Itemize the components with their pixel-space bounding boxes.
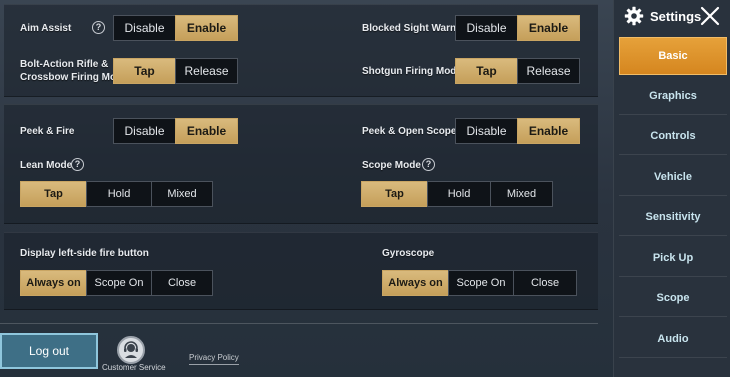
- tab-audio[interactable]: Audio: [619, 320, 727, 358]
- peek-open-scope-label: Peek & Open Scope: [362, 126, 457, 137]
- aim-assist-label: Aim Assist: [20, 23, 72, 34]
- scope-mode-hold-option[interactable]: Hold: [427, 181, 491, 207]
- shotgun-tap-option[interactable]: Tap: [455, 58, 518, 84]
- shotgun-release-option[interactable]: Release: [517, 58, 580, 84]
- bolt-action-firing-toggle: Tap Release: [113, 58, 238, 84]
- left-fire-scope-on-option[interactable]: Scope On: [86, 270, 152, 296]
- lean-mode-label: Lean Mode: [20, 160, 73, 171]
- bolt-action-firing-label-line1: Bolt-Action Rifle &: [20, 59, 109, 70]
- blocked-sight-warning-toggle: Disable Enable: [455, 15, 580, 41]
- privacy-policy-link[interactable]: Privacy Policy: [189, 353, 239, 365]
- scope-mode-label: Scope Mode: [362, 160, 421, 171]
- aim-assist-toggle: Disable Enable: [113, 15, 238, 41]
- lean-mode-tap-option[interactable]: Tap: [20, 181, 87, 207]
- left-fire-always-on-option[interactable]: Always on: [20, 270, 87, 296]
- gear-icon: [624, 6, 644, 26]
- scope-mode-mixed-option[interactable]: Mixed: [490, 181, 553, 207]
- gyroscope-label: Gyroscope: [382, 248, 435, 259]
- close-icon[interactable]: [699, 5, 721, 27]
- scope-mode-tap-option[interactable]: Tap: [361, 181, 428, 207]
- settings-content: Aim Assist ? Disable Enable Blocked Sigh…: [0, 0, 598, 377]
- gyroscope-selector: Always on Scope On Close: [382, 270, 577, 296]
- tab-scope[interactable]: Scope: [619, 279, 727, 317]
- blocked-sight-disable-option[interactable]: Disable: [455, 15, 518, 41]
- customer-service-icon[interactable]: [117, 336, 145, 364]
- settings-sidebar: Settings Basic Graphics Controls Vehicle…: [613, 0, 730, 377]
- tab-graphics[interactable]: Graphics: [619, 77, 727, 115]
- sidebar-header: Settings: [614, 0, 730, 32]
- left-fire-button-selector: Always on Scope On Close: [20, 270, 213, 296]
- gyroscope-always-on-option[interactable]: Always on: [382, 270, 449, 296]
- customer-service-label[interactable]: Customer Service: [102, 363, 166, 372]
- tab-pick-up[interactable]: Pick Up: [619, 239, 727, 277]
- gyroscope-scope-on-option[interactable]: Scope On: [448, 270, 514, 296]
- aim-assist-help-icon[interactable]: ?: [92, 21, 105, 34]
- gyroscope-close-option[interactable]: Close: [513, 270, 577, 296]
- peek-fire-label: Peek & Fire: [20, 126, 75, 137]
- tab-vehicle[interactable]: Vehicle: [619, 158, 727, 196]
- peek-open-scope-toggle: Disable Enable: [455, 118, 580, 144]
- aim-assist-disable-option[interactable]: Disable: [113, 15, 176, 41]
- lean-mode-hold-option[interactable]: Hold: [86, 181, 152, 207]
- settings-title: Settings: [650, 9, 702, 24]
- bolt-action-tap-option[interactable]: Tap: [113, 58, 176, 84]
- left-fire-button-label: Display left-side fire button: [20, 248, 149, 259]
- lean-mode-selector: Tap Hold Mixed: [20, 181, 213, 207]
- lean-mode-mixed-option[interactable]: Mixed: [151, 181, 213, 207]
- scope-mode-selector: Tap Hold Mixed: [361, 181, 553, 207]
- tab-sensitivity[interactable]: Sensitivity: [619, 198, 727, 236]
- shotgun-firing-mode-label: Shotgun Firing Mode: [362, 66, 462, 77]
- peek-fire-toggle: Disable Enable: [113, 118, 238, 144]
- peek-fire-disable-option[interactable]: Disable: [113, 118, 176, 144]
- blocked-sight-enable-option[interactable]: Enable: [517, 15, 580, 41]
- left-fire-close-option[interactable]: Close: [151, 270, 213, 296]
- peek-scope-disable-option[interactable]: Disable: [455, 118, 518, 144]
- scope-mode-help-icon[interactable]: ?: [422, 158, 435, 171]
- aim-assist-enable-option[interactable]: Enable: [175, 15, 238, 41]
- bolt-action-firing-label-line2: Crossbow Firing Mode: [20, 72, 128, 83]
- tab-basic[interactable]: Basic: [619, 37, 727, 75]
- shotgun-firing-mode-toggle: Tap Release: [455, 58, 580, 84]
- logout-button[interactable]: Log out: [0, 333, 98, 369]
- peek-scope-enable-option[interactable]: Enable: [517, 118, 580, 144]
- peek-fire-enable-option[interactable]: Enable: [175, 118, 238, 144]
- lean-mode-help-icon[interactable]: ?: [71, 158, 84, 171]
- bolt-action-release-option[interactable]: Release: [175, 58, 238, 84]
- footer-divider: [0, 323, 598, 324]
- tab-controls[interactable]: Controls: [619, 117, 727, 155]
